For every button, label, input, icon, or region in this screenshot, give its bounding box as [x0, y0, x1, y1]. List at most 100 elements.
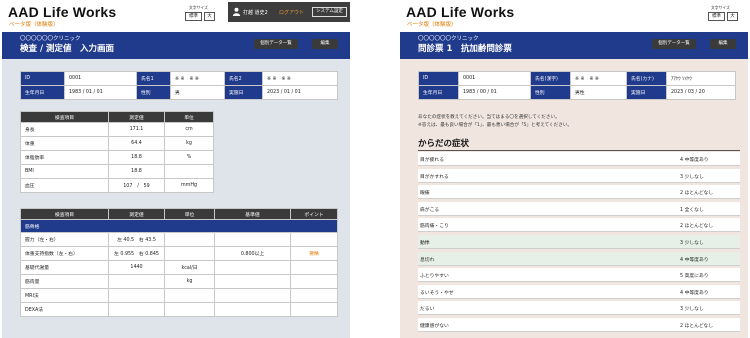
question-row[interactable]: ふとりやすい 5 高度にあり [418, 268, 740, 283]
user-box: 打越 道史2 ログアウト システム設定 [228, 2, 350, 22]
text-size-large-button[interactable]: 大 [727, 12, 738, 21]
value-input[interactable]: 18.8 [108, 150, 165, 165]
data-list-button[interactable]: 個別データ一覧 [652, 39, 696, 49]
answer-value[interactable]: 5 高度にあり [680, 272, 709, 279]
sex-value: 男 [170, 85, 225, 100]
question-row[interactable]: 肩がこる 1 全くなし [418, 201, 740, 216]
table-row: 体重 64.4 kg [20, 136, 214, 151]
item-cell: 筋肉量 [20, 274, 109, 289]
item-cell: 身長 [20, 122, 109, 137]
screenshot-stage: AAD Life Works ベータ版（体験版） 文字サイズ 標準 大 打越 道… [0, 0, 750, 338]
system-settings-button[interactable]: システム設定 [312, 7, 347, 17]
question-row[interactable]: 目がかすれる 3 少しなし [418, 168, 740, 183]
data-list-button[interactable]: 個別データ一覧 [254, 39, 298, 49]
unit-cell [164, 302, 215, 317]
item-cell: 体重支持指数（左・右） [20, 246, 109, 261]
unit-cell [164, 288, 215, 303]
name2-value: ※ ※ ※ ※ [262, 71, 338, 86]
answer-value[interactable]: 3 少しなし [680, 239, 704, 246]
content-area: ID 0001 氏名1 ※ ※ ※ ※ 氏名2 ※ ※ ※ ※ 生年月日 198… [2, 59, 350, 338]
sex-label: 性別 [136, 85, 171, 100]
name-kana-label: 氏名(カナ) [626, 71, 667, 86]
questionnaire-screen: AAD Life Works ベータ版（体験版） 文字サイズ 標準 大 〇〇〇〇… [400, 0, 748, 338]
col-header-item: 検査項目 [20, 208, 109, 220]
table-row: 握力（左・右） 左 40.5 右 43.5 [20, 232, 338, 247]
answer-value[interactable]: 3 少しなし [680, 305, 704, 312]
dob-value: 1983 / 01 / 01 [64, 85, 137, 100]
question-row[interactable]: 眼痛 2 ほとんどなし [418, 185, 740, 200]
value-input[interactable]: 171.1 [108, 122, 165, 137]
name-kanji-label: 氏名(漢字) [530, 71, 571, 86]
reference-cell [214, 288, 291, 303]
item-cell: DEXA法 [20, 302, 109, 317]
sex-label: 性別 [530, 85, 571, 100]
table-row: 筋肉量 kg [20, 274, 338, 289]
table-row: 身長 171.1 cm [20, 122, 214, 137]
logout-link[interactable]: ログアウト [279, 9, 304, 16]
col-header-point: ポイント [290, 208, 338, 220]
item-cell: 基礎代謝量 [20, 260, 109, 275]
question-row[interactable]: るいそう・やせ 4 中等度あり [418, 284, 740, 299]
col-header-value: 測定値 [108, 111, 165, 123]
answer-value[interactable]: 2 ほとんどなし [680, 222, 713, 229]
edit-button[interactable]: 編集 [312, 39, 338, 49]
question-text: 動悸 [420, 241, 430, 246]
edit-button[interactable]: 編集 [710, 39, 736, 49]
question-row[interactable]: 動悸 3 少しなし [418, 235, 740, 249]
top-bar: AAD Life Works ベータ版（体験版） 文字サイズ 標準 大 打越 道… [2, 0, 350, 32]
question-text: ふとりやすい [420, 274, 449, 280]
value-input[interactable]: 1440 [108, 260, 165, 275]
answer-value[interactable]: 2 ほとんどなし [680, 189, 713, 196]
answer-value[interactable]: 4 中等度あり [680, 256, 709, 263]
page-header: 〇〇〇〇〇〇クリニック 検査 / 測定値 入力画面 個別データ一覧 編集 [2, 32, 350, 59]
reference-cell [214, 302, 291, 317]
clinic-name: 〇〇〇〇〇〇クリニック [418, 36, 479, 42]
table-row: 基礎代謝量 1440 kcal/日 [20, 260, 338, 275]
reference-cell [214, 260, 291, 275]
question-row[interactable]: だるい 3 少しなし [418, 301, 740, 316]
value-input[interactable] [108, 302, 165, 317]
question-row[interactable]: 健康感がない 2 ほとんどなし [418, 318, 740, 332]
value-input[interactable] [108, 288, 165, 303]
category-row: 筋骨格 [20, 219, 338, 233]
text-size-label: 文字サイズ [711, 5, 730, 10]
name-kanji-value: ※ ※ ※ ※ [570, 71, 627, 86]
instruction-text: あなたの症状を教えてください。当てはまる〇を選択してください。 [418, 115, 560, 120]
point-cell [290, 232, 338, 247]
person-icon [232, 7, 241, 16]
question-row[interactable]: 目が疲れる 4 中等度あり [418, 152, 740, 166]
patient-info-table: ID 0001 氏名1 ※ ※ ※ ※ 氏名2 ※ ※ ※ ※ 生年月日 198… [20, 71, 338, 100]
text-size-large-button[interactable]: 大 [204, 12, 215, 21]
page-title: 検査 / 測定値 入力画面 [20, 44, 115, 54]
sex-value: 男性 [570, 85, 627, 100]
dob-value: 1983 / 00 / 01 [458, 85, 531, 100]
text-size-standard-button[interactable]: 標準 [708, 12, 725, 21]
answer-value[interactable]: 3 少しなし [680, 173, 704, 180]
answer-value[interactable]: 1 全くなし [680, 206, 704, 213]
item-cell: 体重 [20, 136, 109, 151]
value-input[interactable]: 左 40.5 右 43.5 [108, 232, 165, 247]
category-label: 筋骨格 [20, 219, 338, 233]
question-row[interactable]: 筋肉痛・こり 2 ほとんどなし [418, 218, 740, 233]
name1-label: 氏名1 [136, 71, 171, 86]
user-name: 打越 道史2 [243, 10, 268, 16]
col-header-unit: 単位 [164, 111, 214, 123]
unit-cell: mmHg [164, 178, 214, 193]
brand-logo: AAD Life Works [406, 4, 515, 20]
value-input[interactable]: 左 0.955 右 0.845 [108, 246, 165, 261]
unit-cell: kcal/日 [164, 260, 215, 275]
answer-value[interactable]: 4 中等度あり [680, 289, 709, 296]
item-cell: MRI法 [20, 288, 109, 303]
value-input[interactable] [108, 274, 165, 289]
col-header-unit: 単位 [164, 208, 215, 220]
answer-value[interactable]: 4 中等度あり [680, 156, 709, 163]
value-input[interactable]: 64.4 [108, 136, 165, 151]
unit-cell [164, 246, 215, 261]
text-size-standard-button[interactable]: 標準 [185, 12, 202, 21]
beta-label: ベータ版（体験版） [9, 22, 59, 28]
question-row[interactable]: 息切れ 4 中等度あり [418, 251, 740, 266]
point-cell: 要精 [290, 246, 338, 261]
value-input[interactable]: 107 / 59 [108, 178, 165, 193]
answer-value[interactable]: 2 ほとんどなし [680, 322, 713, 329]
value-input[interactable]: 18.8 [108, 164, 165, 179]
